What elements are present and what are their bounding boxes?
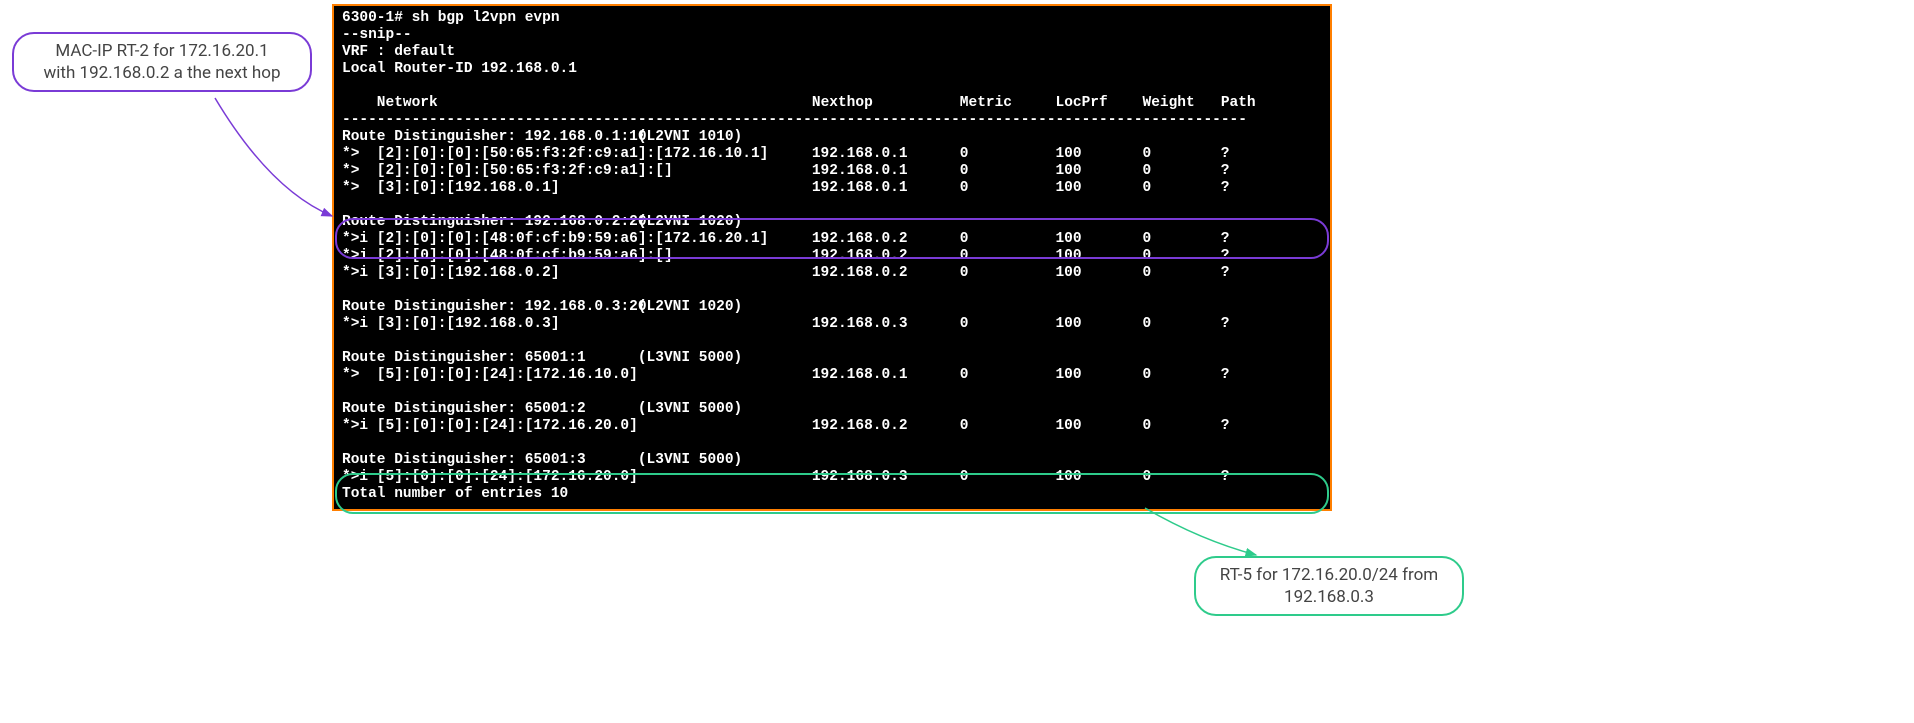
router-id-line: Local Router-ID 192.168.0.1 bbox=[342, 61, 1322, 78]
callout-purple-line1: MAC-IP RT-2 for 172.16.20.1 bbox=[28, 40, 296, 62]
rd-header: Route Distinguisher: 192.168.0.3:20(L2VN… bbox=[342, 299, 1322, 316]
route-row: *>i[2]:[0]:[0]:[48:0f:cf:b9:59:a6]:[]192… bbox=[342, 248, 1322, 265]
callout-purple: MAC-IP RT-2 for 172.16.20.1 with 192.168… bbox=[12, 32, 312, 92]
route-row: *>[3]:[0]:[192.168.0.1]192.168.0.101000? bbox=[342, 180, 1322, 197]
rd-header: Route Distinguisher: 65001:2(L3VNI 5000) bbox=[342, 401, 1322, 418]
rd-header: Route Distinguisher: 192.168.0.2:20(L2VN… bbox=[342, 214, 1322, 231]
route-row: *>[5]:[0]:[0]:[24]:[172.16.10.0]192.168.… bbox=[342, 367, 1322, 384]
rd-header: Route Distinguisher: 65001:1(L3VNI 5000) bbox=[342, 350, 1322, 367]
rd-header: Route Distinguisher: 192.168.0.1:10(L2VN… bbox=[342, 129, 1322, 146]
divider: ----------------------------------------… bbox=[342, 112, 1322, 129]
vrf-line: VRF : default bbox=[342, 44, 1322, 61]
header-line: NetworkNexthopMetricLocPrfWeightPath bbox=[342, 95, 1322, 112]
callout-green-line1: RT-5 for 172.16.20.0/24 from bbox=[1210, 564, 1448, 586]
snip-line: --snip-- bbox=[342, 27, 1322, 44]
route-row: *>i[5]:[0]:[0]:[24]:[172.16.20.0]192.168… bbox=[342, 418, 1322, 435]
route-row: *>i[2]:[0]:[0]:[48:0f:cf:b9:59:a6]:[172.… bbox=[342, 231, 1322, 248]
callout-purple-line2: with 192.168.0.2 a the next hop bbox=[28, 62, 296, 84]
terminal-output: 6300-1# sh bgp l2vpn evpn--snip--VRF : d… bbox=[332, 4, 1332, 511]
route-row: *>i[3]:[0]:[192.168.0.3]192.168.0.301000… bbox=[342, 316, 1322, 333]
route-row: *>[2]:[0]:[0]:[50:65:f3:2f:c9:a1]:[172.1… bbox=[342, 146, 1322, 163]
callout-green: RT-5 for 172.16.20.0/24 from 192.168.0.3 bbox=[1194, 556, 1464, 616]
route-row: *>[2]:[0]:[0]:[50:65:f3:2f:c9:a1]:[]192.… bbox=[342, 163, 1322, 180]
total-line: Total number of entries 10 bbox=[342, 486, 1322, 503]
route-row: *>i[5]:[0]:[0]:[24]:[172.16.20.0]192.168… bbox=[342, 469, 1322, 486]
rd-header: Route Distinguisher: 65001:3(L3VNI 5000) bbox=[342, 452, 1322, 469]
prompt-line: 6300-1# sh bgp l2vpn evpn bbox=[342, 10, 1322, 27]
callout-green-line2: 192.168.0.3 bbox=[1210, 586, 1448, 608]
route-row: *>i[3]:[0]:[192.168.0.2]192.168.0.201000… bbox=[342, 265, 1322, 282]
